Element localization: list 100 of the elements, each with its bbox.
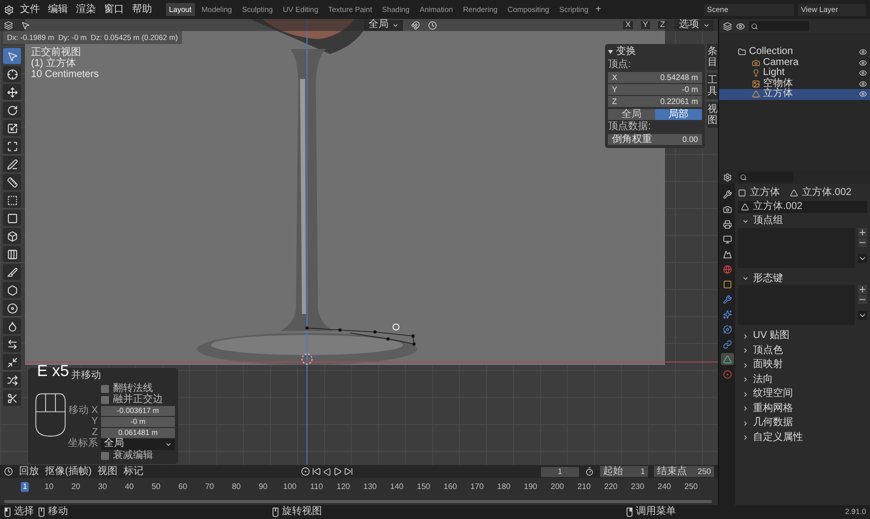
panel-header[interactable]: 顶点色 <box>738 344 867 357</box>
magnet-icon[interactable] <box>411 20 420 30</box>
menu-item[interactable]: 编辑 <box>46 4 70 14</box>
panel-header[interactable]: 自定义属性 <box>738 432 867 444</box>
tool-button[interactable] <box>3 138 21 154</box>
end-frame-field[interactable]: 结束点 250 <box>654 466 714 477</box>
mirror-axis-toggle[interactable]: Z <box>658 21 667 29</box>
tool-button[interactable] <box>3 120 21 136</box>
outliner-row[interactable]: 立方体 <box>719 89 870 100</box>
menu-item[interactable]: 标记 <box>124 466 144 476</box>
sidebar-tab[interactable]: 条目 <box>707 44 718 70</box>
properties-tab[interactable] <box>720 293 734 305</box>
outliner-row[interactable]: Camera <box>719 58 870 68</box>
properties-tab[interactable] <box>720 323 734 335</box>
tool-button[interactable] <box>3 390 21 406</box>
properties-tab[interactable] <box>720 338 734 350</box>
frame-field[interactable]: 1 <box>541 466 579 476</box>
number-field[interactable]: 倒角权重 0.00 <box>608 134 702 145</box>
add-workspace-button[interactable]: + <box>595 4 602 14</box>
tool-button[interactable] <box>3 228 21 244</box>
properties-tab[interactable] <box>720 188 734 200</box>
menu-item[interactable]: 文件 <box>18 4 42 14</box>
menu-item[interactable]: 视图 <box>98 466 118 476</box>
add-icon[interactable] <box>858 228 867 236</box>
panel-header[interactable]: 几何数据 <box>738 417 867 430</box>
sidebar-tab[interactable]: 视图 <box>707 102 718 128</box>
editor-type-icon[interactable] <box>723 22 732 30</box>
panel-header[interactable]: 法向 <box>738 374 867 386</box>
panel-header[interactable]: 形态键 <box>738 272 867 285</box>
toggle-button[interactable]: 全局 <box>608 109 655 120</box>
tool-button[interactable] <box>3 66 21 82</box>
properties-tab[interactable] <box>720 248 734 260</box>
datablock-field[interactable]: 立方体.002 <box>738 201 867 213</box>
tool-button[interactable] <box>3 174 21 190</box>
start-frame-field[interactable]: 起始 1 <box>600 466 648 477</box>
select-mode-icon[interactable] <box>21 20 30 30</box>
panel-header[interactable]: 面映射 <box>738 359 867 372</box>
panel-header[interactable]: 重构网格 <box>738 402 867 415</box>
tool-button[interactable] <box>3 264 21 280</box>
remove-icon[interactable] <box>858 295 867 304</box>
checkbox[interactable] <box>101 452 109 460</box>
play-icon[interactable] <box>332 467 342 476</box>
pivot-dropdown[interactable]: 全局 <box>364 20 404 30</box>
eye-icon[interactable] <box>859 80 867 88</box>
sidebar-tab[interactable]: 工具 <box>707 73 718 99</box>
panel-title[interactable]: 并移动 <box>71 371 101 381</box>
editor-type-icon[interactable] <box>4 467 13 476</box>
panel-header[interactable]: UV 贴图 <box>738 330 867 342</box>
eye-icon[interactable] <box>859 90 867 98</box>
chevron-icon[interactable] <box>858 254 867 262</box>
search-field[interactable] <box>738 172 793 182</box>
properties-tab[interactable] <box>720 308 734 320</box>
panel-header[interactable]: 纹理空间 <box>738 388 867 400</box>
tool-button[interactable] <box>3 156 21 172</box>
menu-item[interactable]: 帮助 <box>130 4 154 14</box>
orientation-dropdown[interactable]: 全局 <box>101 438 175 450</box>
jump-end-icon[interactable] <box>344 467 353 476</box>
properties-tab[interactable] <box>720 353 734 365</box>
checkbox[interactable] <box>101 384 109 392</box>
current-frame-marker[interactable]: 1 <box>20 482 30 492</box>
tool-button[interactable] <box>3 336 21 352</box>
display-mode-icon[interactable] <box>736 22 745 30</box>
tool-button[interactable] <box>3 318 21 334</box>
play-reverse-icon[interactable] <box>322 468 331 476</box>
properties-tab[interactable] <box>720 218 734 230</box>
tool-button[interactable] <box>3 210 21 226</box>
collapse-triangle-icon[interactable] <box>608 50 613 54</box>
tool-button[interactable] <box>3 372 21 388</box>
number-field[interactable]: X 0.54248 m <box>608 72 702 83</box>
eye-icon[interactable] <box>859 48 867 56</box>
stopwatch-icon[interactable] <box>585 467 594 476</box>
tool-button[interactable] <box>3 192 21 208</box>
properties-tab[interactable] <box>720 203 734 215</box>
menu-item[interactable]: 回放 <box>19 466 39 476</box>
options-dropdown[interactable]: 选项 <box>675 20 714 30</box>
outliner-row[interactable]: Collection <box>719 47 870 58</box>
tool-button[interactable] <box>3 246 21 262</box>
outliner-row[interactable]: 空物体 <box>719 78 870 89</box>
search-field[interactable] <box>749 21 809 31</box>
tool-button[interactable] <box>3 300 21 316</box>
tool-button[interactable] <box>3 102 21 118</box>
jump-start-icon[interactable] <box>312 467 321 476</box>
remove-icon[interactable] <box>858 238 867 246</box>
number-field[interactable]: Z 0.22061 m <box>608 96 702 107</box>
eye-icon[interactable] <box>859 69 867 78</box>
editor-type-icon[interactable] <box>723 172 732 182</box>
properties-tab[interactable] <box>720 233 734 245</box>
tool-button[interactable] <box>3 354 21 370</box>
number-field[interactable]: Y -0 m <box>608 84 702 95</box>
tool-button[interactable] <box>3 84 21 100</box>
eye-icon[interactable] <box>859 58 867 67</box>
toggle-button[interactable]: 局部 <box>655 109 702 120</box>
outliner-row[interactable]: Light <box>719 68 870 78</box>
add-icon[interactable] <box>858 285 867 294</box>
editor-type-icon[interactable] <box>4 20 13 30</box>
chevron-icon[interactable] <box>858 311 867 320</box>
mirror-axis-toggle[interactable]: X <box>623 21 633 29</box>
timeline-scrollbar[interactable] <box>4 500 712 503</box>
menu-item[interactable]: 窗口 <box>102 4 126 14</box>
menu-item[interactable]: 渲染 <box>74 4 98 14</box>
